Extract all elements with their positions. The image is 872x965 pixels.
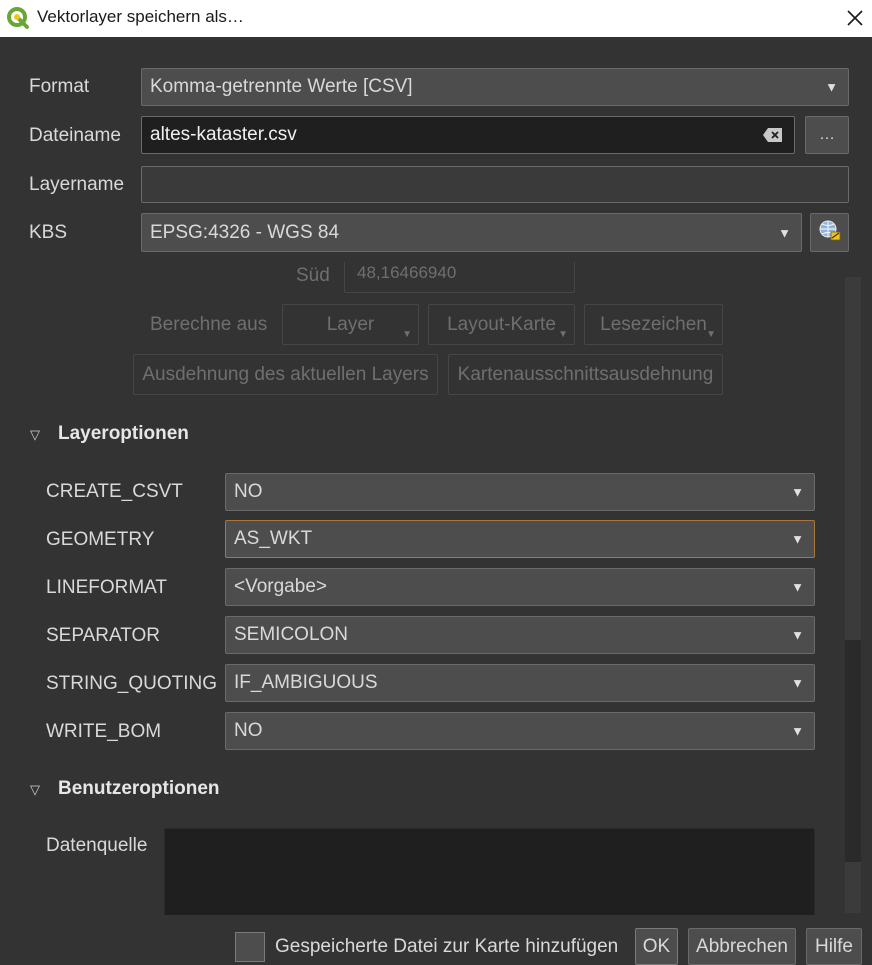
option-label: CREATE_CSVT bbox=[46, 481, 183, 502]
dropdown-arrow-icon: ▼ bbox=[791, 723, 804, 739]
option-value: NO bbox=[234, 720, 263, 741]
format-label: Format bbox=[29, 76, 90, 97]
option-value: IF_AMBIGUOUS bbox=[234, 672, 378, 693]
compute-from-label: Berechne aus bbox=[150, 314, 268, 335]
option-combo-geometry[interactable]: AS_WKT ▼ bbox=[225, 520, 815, 558]
crs-label: KBS bbox=[29, 222, 68, 243]
option-value: NO bbox=[234, 481, 263, 502]
help-button[interactable]: Hilfe bbox=[806, 928, 862, 965]
layer-button[interactable]: Layer ▼ bbox=[282, 304, 419, 345]
dropdown-arrow-icon: ▼ bbox=[791, 579, 804, 595]
custom-options-title[interactable]: Benutzeroptionen bbox=[58, 778, 220, 800]
chevron-down-icon: ▼ bbox=[706, 329, 716, 340]
format-combo[interactable]: Komma-getrennte Werte [CSV] ▼ bbox=[141, 68, 849, 106]
layout-map-button[interactable]: Layout-Karte ▼ bbox=[428, 304, 575, 345]
close-icon[interactable] bbox=[840, 4, 870, 32]
scroll-area[interactable]: Süd 48,16466940 Berechne aus Layer ▼ Lay… bbox=[0, 262, 845, 915]
option-combo-create-csvt[interactable]: NO ▼ bbox=[225, 473, 815, 511]
option-label: SEPARATOR bbox=[46, 625, 161, 646]
datasource-textarea[interactable] bbox=[164, 828, 815, 915]
cancel-button[interactable]: Abbrechen bbox=[688, 928, 796, 965]
option-combo-string-quoting[interactable]: IF_AMBIGUOUS ▼ bbox=[225, 664, 815, 702]
bookmarks-button-label: Lesezeichen bbox=[600, 313, 707, 335]
chevron-down-icon: ▼ bbox=[558, 329, 568, 340]
format-value: Komma-getrennte Werte [CSV] bbox=[150, 76, 413, 97]
option-combo-lineformat[interactable]: <Vorgabe> ▼ bbox=[225, 568, 815, 606]
option-value: <Vorgabe> bbox=[234, 576, 327, 597]
qgis-logo-icon bbox=[6, 6, 30, 30]
bookmarks-button[interactable]: Lesezeichen ▼ bbox=[584, 304, 723, 345]
ok-button[interactable]: OK bbox=[635, 928, 678, 965]
dropdown-arrow-icon: ▼ bbox=[791, 531, 804, 547]
option-value: SEMICOLON bbox=[234, 624, 349, 645]
layer-options-title[interactable]: Layeroptionen bbox=[58, 423, 189, 445]
globe-icon bbox=[817, 217, 843, 249]
layername-input[interactable] bbox=[141, 166, 849, 203]
add-to-map-checkbox[interactable] bbox=[235, 932, 265, 962]
option-combo-separator[interactable]: SEMICOLON ▼ bbox=[225, 616, 815, 654]
scrollbar-thumb[interactable] bbox=[845, 640, 861, 862]
layer-button-label: Layer bbox=[326, 313, 375, 335]
south-label: Süd bbox=[296, 265, 330, 286]
filename-label: Dateiname bbox=[29, 125, 121, 146]
add-to-map-label[interactable]: Gespeicherte Datei zur Karte hinzufügen bbox=[275, 936, 618, 958]
current-layer-extent-button[interactable]: Ausdehnung des aktuellen Layers bbox=[133, 354, 438, 395]
option-label: WRITE_BOM bbox=[46, 721, 162, 742]
filename-input[interactable]: altes-kataster.csv bbox=[141, 116, 795, 154]
option-combo-write-bom[interactable]: NO ▼ bbox=[225, 712, 815, 750]
chevron-down-icon: ▼ bbox=[402, 329, 412, 340]
option-label: GEOMETRY bbox=[46, 529, 155, 550]
crs-combo[interactable]: EPSG:4326 - WGS 84 ▼ bbox=[141, 213, 802, 252]
south-value: 48,16466940 bbox=[357, 262, 457, 282]
option-value: AS_WKT bbox=[234, 528, 313, 549]
dropdown-arrow-icon: ▼ bbox=[791, 675, 804, 691]
dropdown-arrow-icon: ▼ bbox=[825, 79, 838, 95]
datasource-label: Datenquelle bbox=[46, 835, 148, 856]
south-input[interactable]: 48,16466940 bbox=[344, 262, 575, 293]
crs-selector-button[interactable] bbox=[810, 213, 849, 252]
browse-button[interactable]: … bbox=[805, 116, 849, 154]
layername-label: Layername bbox=[29, 174, 125, 195]
dropdown-arrow-icon: ▼ bbox=[778, 225, 791, 240]
collapse-triangle-icon[interactable]: ▽ bbox=[30, 782, 40, 798]
dropdown-arrow-icon: ▼ bbox=[791, 627, 804, 643]
dropdown-arrow-icon: ▼ bbox=[791, 484, 804, 500]
map-canvas-extent-button[interactable]: Kartenausschnittsausdehnung bbox=[448, 354, 723, 395]
clear-icon[interactable] bbox=[762, 126, 784, 144]
window-title: Vektorlayer speichern als… bbox=[37, 7, 244, 26]
option-label: STRING_QUOTING bbox=[46, 673, 218, 694]
collapse-triangle-icon[interactable]: ▽ bbox=[30, 427, 40, 443]
layout-map-button-label: Layout-Karte bbox=[447, 313, 556, 335]
filename-value: altes-kataster.csv bbox=[150, 124, 297, 145]
option-label: LINEFORMAT bbox=[46, 577, 168, 598]
crs-value: EPSG:4326 - WGS 84 bbox=[150, 221, 340, 243]
